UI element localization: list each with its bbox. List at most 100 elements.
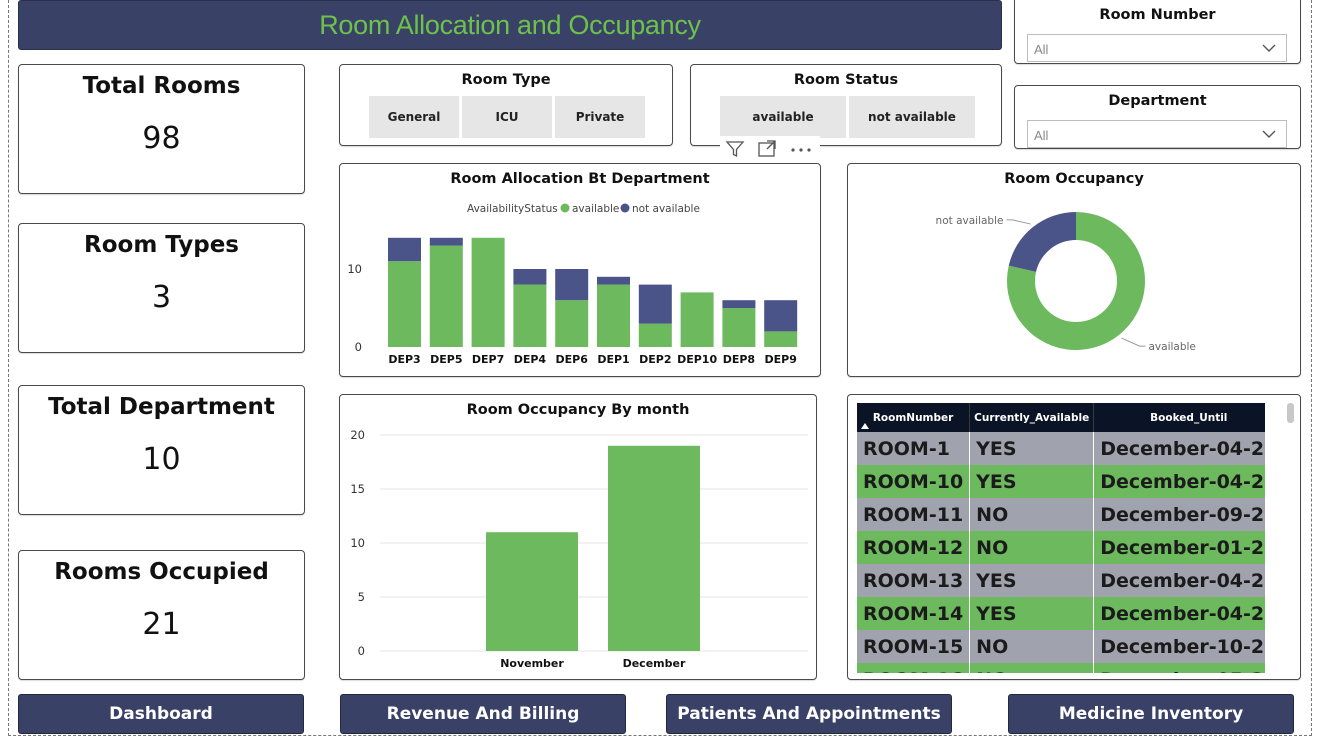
- x-tick-label: DEP10: [677, 353, 717, 366]
- slicer-title: Room Number: [1099, 7, 1216, 23]
- table-row[interactable]: ROOM-14 YES December-04-24: [857, 597, 1265, 630]
- room-allocation-chart: Room Allocation Bt Department Availabili…: [339, 163, 821, 377]
- bar-dep3-available[interactable]: [388, 261, 421, 347]
- y-tick-label: 15: [350, 482, 365, 496]
- kpi-title: Rooms Occupied: [54, 559, 269, 585]
- cell-room-number: ROOM-11: [857, 498, 971, 531]
- chip-general[interactable]: General: [369, 96, 459, 138]
- cell-booked-until: December-04-24: [1093, 597, 1265, 630]
- cell-currently-available: NO: [969, 630, 1095, 663]
- bar-december[interactable]: [608, 445, 700, 651]
- table-row[interactable]: ROOM-16NODecember-05-24: [857, 663, 1265, 673]
- x-tick-label: November: [500, 657, 564, 670]
- kpi-value: 21: [142, 607, 181, 642]
- bar-dep5-available[interactable]: [429, 245, 463, 347]
- bar-dep9-not-available[interactable]: [764, 300, 798, 332]
- focus-mode-icon[interactable]: [756, 138, 778, 160]
- bar-dep2-not-available[interactable]: [638, 284, 672, 324]
- bar-dep3-not-available[interactable]: [388, 237, 421, 262]
- bar-dep1-available[interactable]: [597, 284, 630, 347]
- cell-currently-available: YES: [969, 597, 1095, 630]
- kpi-title: Room Types: [84, 232, 239, 258]
- room-status-slicer: Room Status available not available: [690, 64, 1002, 146]
- cell-room-number: ROOM-10: [857, 465, 971, 498]
- occupancy-by-month-plot: 0 5 10 15 20 November December: [350, 428, 808, 670]
- department-slicer: Department All: [1014, 85, 1301, 149]
- chip-icu[interactable]: ICU: [462, 96, 552, 138]
- slicer-title: Room Status: [793, 72, 899, 88]
- cell-currently-available: NO: [969, 531, 1095, 564]
- bar-dep6-available[interactable]: [555, 300, 589, 347]
- chip-private[interactable]: Private: [555, 96, 645, 138]
- room-type-slicer: Room Type General ICU Private: [339, 64, 673, 146]
- bar-dep4-available[interactable]: [513, 284, 547, 347]
- col-header-booked-until[interactable]: Booked_Until: [1093, 403, 1265, 432]
- kpi-total-rooms: Total Rooms 98: [18, 64, 305, 194]
- cell-booked-until: December-04-24: [1093, 432, 1265, 465]
- y-tick-label: 10: [347, 262, 362, 276]
- bar-dep4-not-available[interactable]: [513, 269, 547, 285]
- donut-slice-label: not available: [936, 215, 1004, 227]
- table-row[interactable]: ROOM-12 NO December-01-24: [857, 531, 1265, 564]
- chip-not-available[interactable]: not available: [849, 96, 975, 138]
- cell-room-number: ROOM-14: [857, 597, 971, 630]
- bar-dep7-available[interactable]: [471, 237, 505, 347]
- legend-available-label: available: [572, 203, 619, 215]
- table-row[interactable]: ROOM-10 YES December-04-24: [857, 465, 1265, 498]
- bar-dep6-not-available[interactable]: [555, 269, 589, 301]
- donut-slice-label: available: [1149, 341, 1196, 353]
- table-row[interactable]: ROOM-13 YES December-04-24: [857, 564, 1265, 597]
- bar-dep10-available[interactable]: [680, 292, 714, 347]
- bar-dep1-not-available[interactable]: [597, 276, 630, 285]
- cell-currently-available: NO: [969, 663, 1095, 673]
- legend-title: AvailabilityStatus: [467, 203, 558, 215]
- nav-dashboard-button[interactable]: Dashboard: [18, 694, 304, 734]
- dropdown-value: All: [1034, 42, 1049, 57]
- kpi-value: 98: [142, 121, 181, 156]
- rooms-table-card: RoomNumber Currently_Available Booked_Un…: [847, 394, 1301, 680]
- x-tick-label: DEP4: [514, 353, 547, 366]
- cell-room-number: ROOM-1: [857, 432, 971, 465]
- rooms-table: RoomNumber Currently_Available Booked_Un…: [857, 403, 1265, 673]
- legend-not-available-label: not available: [632, 203, 700, 215]
- bar-dep8-available[interactable]: [722, 308, 756, 347]
- y-tick-label: 0: [358, 644, 365, 658]
- room-number-slicer: Room Number All: [1014, 0, 1301, 64]
- bar-dep5-not-available[interactable]: [429, 237, 463, 246]
- donut-leader-line: [1121, 337, 1146, 347]
- nav-medicine-inventory-button[interactable]: Medicine Inventory: [1008, 694, 1294, 734]
- cell-booked-until: December-10-24: [1093, 630, 1265, 663]
- table-row[interactable]: ROOM-11 NO December-09-24: [857, 498, 1265, 531]
- col-header-currently-available[interactable]: Currently_Available: [969, 403, 1095, 432]
- cell-booked-until: December-09-24: [1093, 498, 1265, 531]
- bar-dep9-available[interactable]: [764, 331, 798, 347]
- chevron-down-icon: [1262, 44, 1276, 52]
- table-row[interactable]: ROOM-1 YES December-04-24: [857, 432, 1265, 465]
- nav-revenue-billing-button[interactable]: Revenue And Billing: [340, 694, 626, 734]
- bar-dep2-available[interactable]: [638, 323, 672, 347]
- bar-dep8-not-available[interactable]: [722, 300, 756, 308]
- bar-november[interactable]: [486, 532, 578, 651]
- x-tick-label: DEP2: [639, 353, 671, 366]
- cell-room-number: ROOM-15: [857, 630, 971, 663]
- department-dropdown[interactable]: All: [1027, 120, 1287, 148]
- nav-patients-appointments-button[interactable]: Patients And Appointments: [666, 694, 952, 734]
- more-options-icon[interactable]: [788, 138, 814, 160]
- cell-booked-until: December-04-24: [1093, 465, 1265, 498]
- slicer-title: Room Type: [461, 72, 551, 88]
- filter-icon[interactable]: [724, 138, 746, 160]
- table-row[interactable]: ROOM-15 NO December-10-24: [857, 630, 1265, 663]
- y-tick-label: 0: [355, 340, 362, 354]
- cell-booked-until: December-01-24: [1093, 531, 1265, 564]
- table-scrollbar-thumb[interactable]: [1287, 403, 1294, 423]
- x-tick-label: DEP7: [472, 353, 504, 366]
- col-header-room-number[interactable]: RoomNumber: [857, 403, 971, 432]
- legend-available-marker: [560, 203, 570, 213]
- x-tick-label: DEP3: [388, 353, 420, 366]
- rooms-table-scroll[interactable]: RoomNumber Currently_Available Booked_Un…: [857, 403, 1265, 673]
- room-number-dropdown[interactable]: All: [1027, 34, 1287, 62]
- kpi-title: Total Rooms: [82, 73, 241, 99]
- chip-available[interactable]: available: [720, 96, 846, 138]
- legend-not-available-marker: [620, 203, 630, 213]
- occupancy-by-month-chart: Room Occupancy By month 0 5 10 15 20 November…: [339, 394, 817, 680]
